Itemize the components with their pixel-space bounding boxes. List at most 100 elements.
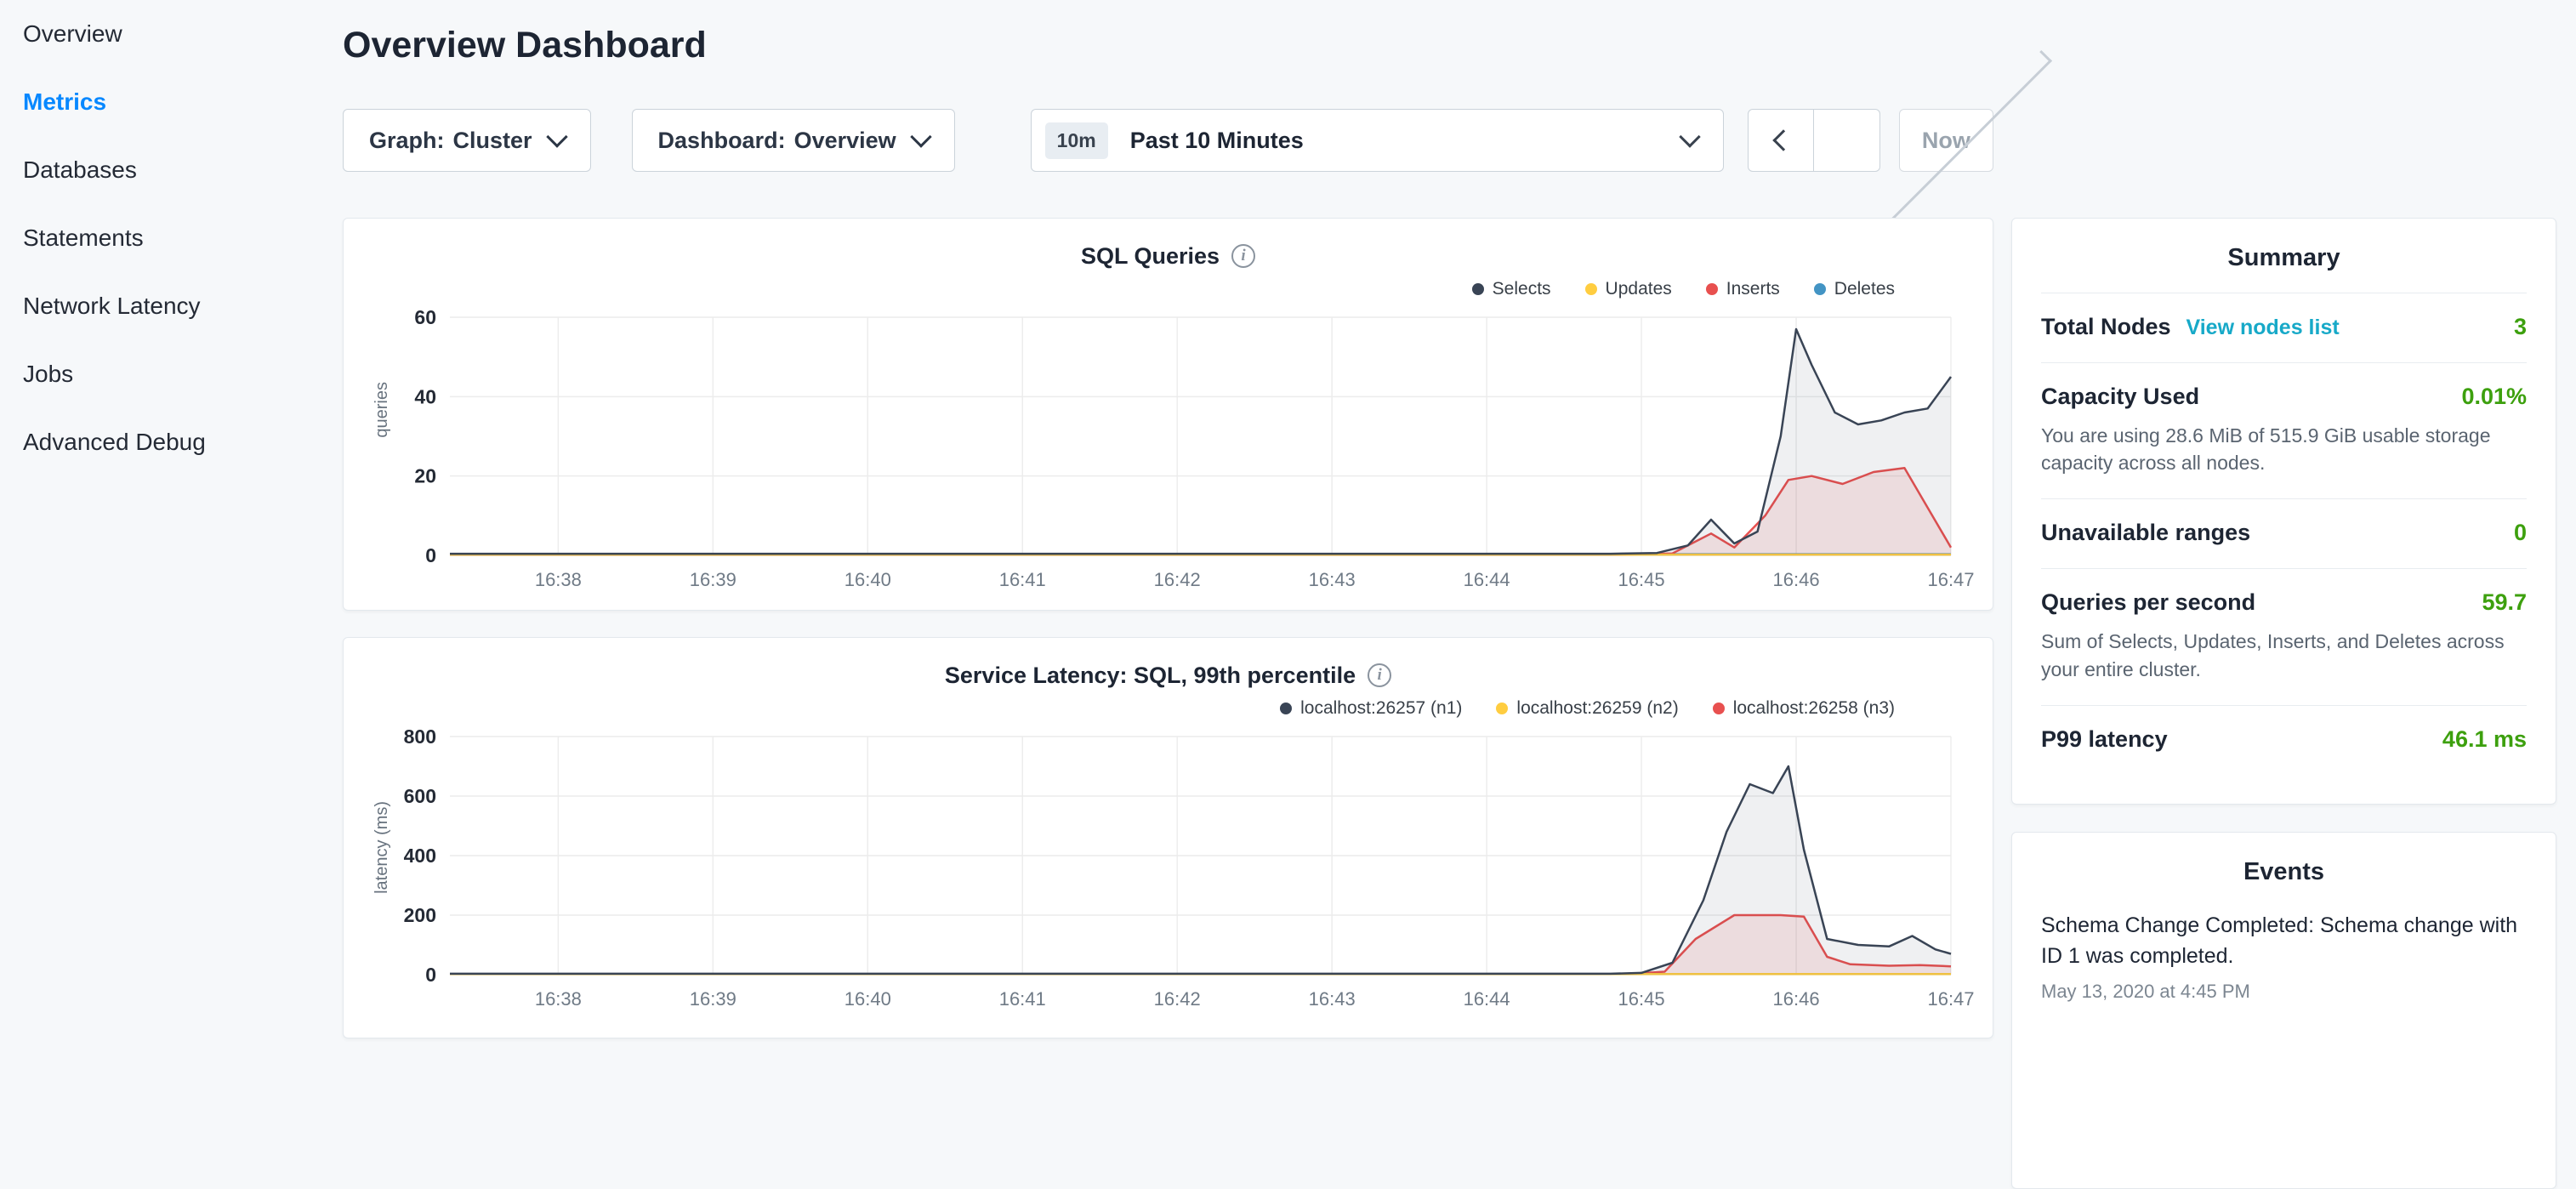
legend-dot xyxy=(1472,283,1484,295)
legend-item-inserts: Inserts xyxy=(1706,279,1780,299)
chart-legend: localhost:26257 (n1) localhost:26259 (n2… xyxy=(361,696,1976,721)
events-panel: Events Schema Change Completed: Schema c… xyxy=(2011,832,2556,1189)
svg-text:16:38: 16:38 xyxy=(535,988,582,1010)
chart-legend: Selects Updates Inserts Deletes xyxy=(361,276,1976,302)
time-step-buttons xyxy=(1748,109,1880,172)
legend-item-selects: Selects xyxy=(1472,279,1551,299)
svg-text:16:45: 16:45 xyxy=(1618,988,1665,1010)
summary-row-queries-per-second: Queries per second 59.7 Sum of Selects, … xyxy=(2041,568,2527,704)
view-nodes-list-link[interactable]: View nodes list xyxy=(2186,316,2340,340)
sidebar-item-overview[interactable]: Overview xyxy=(0,0,315,68)
svg-text:800: 800 xyxy=(404,725,436,748)
total-nodes-value: 3 xyxy=(2514,314,2527,340)
sidebar-item-advanced-debug[interactable]: Advanced Debug xyxy=(0,408,315,476)
dashboard-dropdown[interactable]: Dashboard: Overview xyxy=(632,109,955,172)
svg-text:16:39: 16:39 xyxy=(690,569,736,590)
sidebar: Overview Metrics Databases Statements Ne… xyxy=(0,0,315,1189)
svg-text:16:41: 16:41 xyxy=(999,988,1046,1010)
capacity-used-description: You are using 28.6 MiB of 515.9 GiB usab… xyxy=(2041,422,2527,476)
sidebar-item-statements[interactable]: Statements xyxy=(0,204,315,272)
chevron-down-icon xyxy=(1679,126,1700,147)
legend-label: Selects xyxy=(1493,279,1551,299)
event-timestamp: May 13, 2020 at 4:45 PM xyxy=(2041,981,2527,1003)
svg-text:16:42: 16:42 xyxy=(1154,569,1201,590)
service-latency-chart: 16:3816:3916:4016:4116:4216:4316:4416:45… xyxy=(361,725,1976,1022)
dashboard-dropdown-value: Overview xyxy=(794,128,896,154)
chevron-down-icon xyxy=(910,126,931,147)
queries-per-second-description: Sum of Selects, Updates, Inserts, and De… xyxy=(2041,628,2527,682)
legend-label: localhost:26258 (n3) xyxy=(1733,698,1895,719)
info-icon[interactable]: i xyxy=(1368,663,1391,687)
svg-text:16:44: 16:44 xyxy=(1464,569,1510,590)
svg-text:40: 40 xyxy=(414,385,436,407)
svg-text:60: 60 xyxy=(414,306,436,328)
legend-item-deletes: Deletes xyxy=(1814,279,1895,299)
time-range-value: Past 10 Minutes xyxy=(1130,128,1304,154)
sql-queries-chart-card: SQL Queries i Selects Updates Inserts xyxy=(343,218,1993,611)
chevron-left-icon xyxy=(1772,129,1794,151)
legend-dot xyxy=(1706,283,1718,295)
sidebar-item-databases[interactable]: Databases xyxy=(0,136,315,204)
svg-text:16:38: 16:38 xyxy=(535,569,582,590)
p99-latency-value: 46.1 ms xyxy=(2442,726,2527,753)
svg-text:16:46: 16:46 xyxy=(1773,569,1820,590)
queries-per-second-value: 59.7 xyxy=(2482,589,2527,616)
svg-text:16:46: 16:46 xyxy=(1773,988,1820,1010)
chart-title: Service Latency: SQL, 99th percentile xyxy=(945,663,1356,689)
sql-queries-chart: 16:3816:3916:4016:4116:4216:4316:4416:45… xyxy=(361,305,1976,603)
legend-label: Inserts xyxy=(1726,279,1780,299)
legend-label: localhost:26257 (n1) xyxy=(1300,698,1462,719)
right-sidebar: Summary Total Nodes View nodes list 3 Ca… xyxy=(2011,218,2556,1189)
graph-dropdown[interactable]: Graph: Cluster xyxy=(343,109,591,172)
unavailable-ranges-label: Unavailable ranges xyxy=(2041,520,2250,546)
legend-label: Deletes xyxy=(1834,279,1895,299)
summary-row-unavailable-ranges: Unavailable ranges 0 xyxy=(2041,498,2527,568)
queries-per-second-label: Queries per second xyxy=(2041,589,2255,616)
time-range-picker[interactable]: 10m Past 10 Minutes xyxy=(1031,109,1724,172)
svg-text:16:43: 16:43 xyxy=(1309,988,1356,1010)
chart-plot-area: latency (ms) 16:3816:3916:4016:4116:4216… xyxy=(361,725,1976,1022)
total-nodes-label: Total Nodes xyxy=(2041,314,2171,340)
sidebar-item-jobs[interactable]: Jobs xyxy=(0,340,315,408)
legend-dot xyxy=(1280,703,1292,714)
svg-text:600: 600 xyxy=(404,785,436,807)
event-text: Schema Change Completed: Schema change w… xyxy=(2041,910,2527,972)
service-latency-chart-card: Service Latency: SQL, 99th percentile i … xyxy=(343,637,1993,1038)
chart-title-row: Service Latency: SQL, 99th percentile i xyxy=(361,657,1976,694)
legend-label: Updates xyxy=(1606,279,1672,299)
app: Overview Metrics Databases Statements Ne… xyxy=(0,0,2576,1189)
legend-label: localhost:26259 (n2) xyxy=(1516,698,1678,719)
chart-plot-area: queries 16:3816:3916:4016:4116:4216:4316… xyxy=(361,305,1976,603)
summary-panel: Summary Total Nodes View nodes list 3 Ca… xyxy=(2011,218,2556,805)
svg-text:0: 0 xyxy=(425,964,436,986)
chart-title: SQL Queries xyxy=(1081,243,1220,270)
legend-dot xyxy=(1814,283,1826,295)
info-icon[interactable]: i xyxy=(1231,244,1255,268)
summary-heading: Summary xyxy=(2012,219,2556,293)
time-back-button[interactable] xyxy=(1748,109,1814,172)
y-axis-label: queries xyxy=(372,382,392,438)
events-heading: Events xyxy=(2012,833,2556,907)
time-range-badge: 10m xyxy=(1045,122,1108,159)
svg-text:16:40: 16:40 xyxy=(844,988,891,1010)
event-item[interactable]: Schema Change Completed: Schema change w… xyxy=(2012,907,2556,1028)
graph-dropdown-value: Cluster xyxy=(453,128,532,154)
legend-dot xyxy=(1585,283,1597,295)
legend-item-n2: localhost:26259 (n2) xyxy=(1496,698,1678,719)
svg-text:16:42: 16:42 xyxy=(1154,988,1201,1010)
svg-text:16:43: 16:43 xyxy=(1309,569,1356,590)
graph-dropdown-label: Graph: xyxy=(369,128,445,154)
controls-bar: Graph: Cluster Dashboard: Overview 10m P… xyxy=(343,109,1993,172)
legend-dot xyxy=(1713,703,1725,714)
page: { "colors": { "accent_blue": "#0788ff", … xyxy=(0,0,2576,1051)
svg-text:16:41: 16:41 xyxy=(999,569,1046,590)
page-title: Overview Dashboard xyxy=(343,22,1993,68)
sidebar-item-metrics[interactable]: Metrics xyxy=(0,68,315,136)
chevron-down-icon xyxy=(546,126,567,147)
svg-text:200: 200 xyxy=(404,904,436,926)
time-forward-button[interactable] xyxy=(1814,109,1880,172)
unavailable-ranges-value: 0 xyxy=(2514,520,2527,546)
sidebar-item-network-latency[interactable]: Network Latency xyxy=(0,272,315,340)
svg-text:400: 400 xyxy=(404,845,436,867)
legend-item-updates: Updates xyxy=(1585,279,1672,299)
